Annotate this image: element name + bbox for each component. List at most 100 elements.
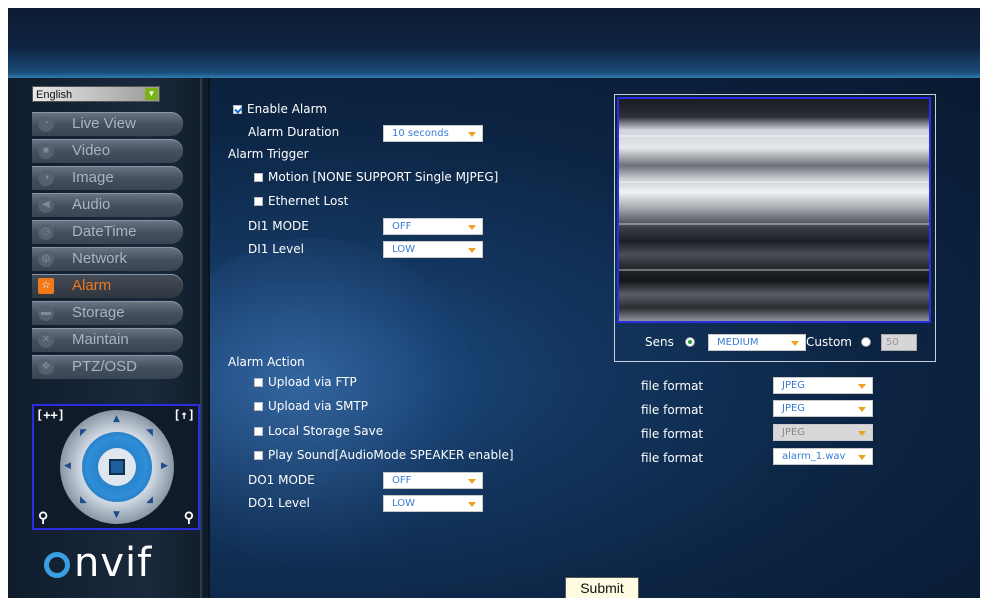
camera-preview-panel: Sens MEDIUM Custom 50 <box>614 94 936 362</box>
do1-level-label: DO1 Level <box>248 496 310 510</box>
ftp-file-format-select[interactable]: JPEG <box>773 377 873 394</box>
star-icon: ☆ <box>38 278 54 294</box>
arrow-down-left-icon[interactable]: ◣ <box>80 495 87 505</box>
sidebar-item-datetime[interactable]: ◷ DateTime <box>32 220 183 244</box>
zoom-in-icon[interactable]: ⚲ <box>184 510 194 526</box>
chat-bubble-icon: ◔ <box>38 116 54 132</box>
do1-level-value: LOW <box>392 498 415 509</box>
arrow-up-icon[interactable]: ▲ <box>113 414 120 424</box>
upload-smtp-label: Upload via SMTP <box>268 399 369 413</box>
video-camera-icon: ■ <box>38 143 54 159</box>
ethernet-lost-checkbox[interactable] <box>254 197 263 206</box>
ptz-left-corner-label[interactable]: [++] <box>36 408 65 422</box>
chevron-down-icon <box>858 407 866 412</box>
enable-alarm-checkbox[interactable] <box>233 105 242 114</box>
do1-mode-label: DO1 MODE <box>248 473 315 487</box>
onvif-logo: nvif <box>44 540 152 586</box>
ftp-file-format-value: JPEG <box>782 380 806 391</box>
do1-mode-value: OFF <box>392 475 412 486</box>
ptz-right-corner-label[interactable]: [↑] <box>173 408 195 422</box>
upload-smtp-checkbox[interactable] <box>254 402 263 411</box>
sens-preset-radio[interactable] <box>685 337 695 347</box>
sidebar-item-live-view[interactable]: ◔ Live View <box>32 112 183 136</box>
play-sound-label: Play Sound[AudioMode SPEAKER enable] <box>268 448 514 462</box>
image-band <box>619 223 929 225</box>
sidebar-item-label: Alarm <box>72 277 112 294</box>
ptz-home-button[interactable] <box>98 448 136 486</box>
do1-level-select[interactable]: LOW <box>383 495 483 512</box>
arrow-up-right-icon[interactable]: ◥ <box>146 428 153 438</box>
play-sound-checkbox[interactable] <box>254 451 263 460</box>
custom-sens-input[interactable]: 50 <box>881 334 917 351</box>
chevron-down-icon: ▼ <box>145 88 158 100</box>
custom-sens-radio[interactable] <box>861 337 871 347</box>
di1-level-select[interactable]: LOW <box>383 241 483 258</box>
motion-trigger-checkbox[interactable] <box>254 173 263 182</box>
upload-ftp-checkbox[interactable] <box>254 378 263 387</box>
sidebar-item-ptz-osd[interactable]: ✥ PTZ/OSD <box>32 355 183 379</box>
arrow-down-right-icon[interactable]: ◢ <box>146 495 153 505</box>
chevron-down-icon <box>468 502 476 507</box>
sidebar-edge <box>200 78 202 598</box>
custom-sens-value: 50 <box>886 337 899 348</box>
ptz-control-panel: [++] [↑] ▲ ▼ ◀ ▶ ◤ ◥ ◣ ◢ ⚲ ⚲ <box>32 404 200 530</box>
sidebar-item-alarm[interactable]: ☆ Alarm <box>32 274 183 298</box>
alarm-action-heading: Alarm Action <box>228 355 305 369</box>
upload-ftp-label: Upload via FTP <box>268 375 357 389</box>
image-band <box>619 181 929 183</box>
local-storage-checkbox[interactable] <box>254 427 263 436</box>
clock-icon: ◷ <box>38 224 54 240</box>
arrow-up-left-icon[interactable]: ◤ <box>80 428 87 438</box>
sidebar-item-storage[interactable]: ▬ Storage <box>32 301 183 325</box>
storage-file-format-label: file format <box>641 427 704 441</box>
sound-file-format-value: alarm_1.wav <box>782 451 846 462</box>
do1-mode-select[interactable]: OFF <box>383 472 483 489</box>
storage-file-format-select: JPEG <box>773 424 873 441</box>
ptz-inner-ring <box>82 432 152 502</box>
submit-button[interactable]: Submit <box>565 577 639 598</box>
sidebar-item-video[interactable]: ■ Video <box>32 139 183 163</box>
sidebar-item-label: Storage <box>72 304 125 321</box>
sidebar-item-label: Image <box>72 169 114 186</box>
di1-level-label: DI1 Level <box>248 242 304 256</box>
sidebar-item-maintain[interactable]: ✕ Maintain <box>32 328 183 352</box>
enable-alarm-label: Enable Alarm <box>247 102 327 116</box>
sens-level-select[interactable]: MEDIUM <box>708 334 806 351</box>
sidebar: English ▼ ◔ Live View ■ Video ◑ Image ◀ … <box>8 78 210 598</box>
language-select-value: English <box>36 89 73 101</box>
speaker-icon: ◀ <box>38 197 54 213</box>
alarm-duration-select[interactable]: 10 seconds <box>383 125 483 142</box>
alarm-duration-value: 10 seconds <box>392 128 449 139</box>
arrow-left-icon[interactable]: ◀ <box>64 461 71 471</box>
language-select[interactable]: English ▼ <box>32 86 160 102</box>
stop-icon <box>109 459 125 475</box>
arrow-right-icon[interactable]: ▶ <box>161 461 168 471</box>
arrow-down-icon[interactable]: ▼ <box>113 510 120 520</box>
sidebar-item-label: Network <box>72 250 128 267</box>
ptz-direction-wheel[interactable]: ▲ ▼ ◀ ▶ ◤ ◥ ◣ ◢ <box>60 410 174 524</box>
sidebar-item-audio[interactable]: ◀ Audio <box>32 193 183 217</box>
sidebar-item-label: Video <box>72 142 111 159</box>
sound-file-format-label: file format <box>641 451 704 465</box>
camera-live-image <box>617 97 931 323</box>
app-frame: English ▼ ◔ Live View ■ Video ◑ Image ◀ … <box>8 8 980 598</box>
di1-mode-select[interactable]: OFF <box>383 218 483 235</box>
sidebar-item-image[interactable]: ◑ Image <box>32 166 183 190</box>
smtp-file-format-value: JPEG <box>782 403 806 414</box>
ptz-icon: ✥ <box>38 359 54 375</box>
sidebar-item-label: Live View <box>72 115 136 132</box>
di1-mode-value: OFF <box>392 221 412 232</box>
image-band <box>619 269 929 271</box>
sidebar-item-network[interactable]: ◍ Network <box>32 247 183 271</box>
storage-file-format-value: JPEG <box>782 427 806 438</box>
sidebar-item-label: Audio <box>72 196 111 213</box>
storage-icon: ▬ <box>38 305 54 321</box>
di1-mode-label: DI1 MODE <box>248 219 309 233</box>
chevron-down-icon <box>791 341 799 346</box>
sens-label: Sens <box>645 335 674 349</box>
globe-icon: ◍ <box>38 251 54 267</box>
sound-file-format-select[interactable]: alarm_1.wav <box>773 448 873 465</box>
smtp-file-format-select[interactable]: JPEG <box>773 400 873 417</box>
zoom-out-icon[interactable]: ⚲ <box>38 510 48 526</box>
onvif-logo-text: nvif <box>74 540 153 586</box>
